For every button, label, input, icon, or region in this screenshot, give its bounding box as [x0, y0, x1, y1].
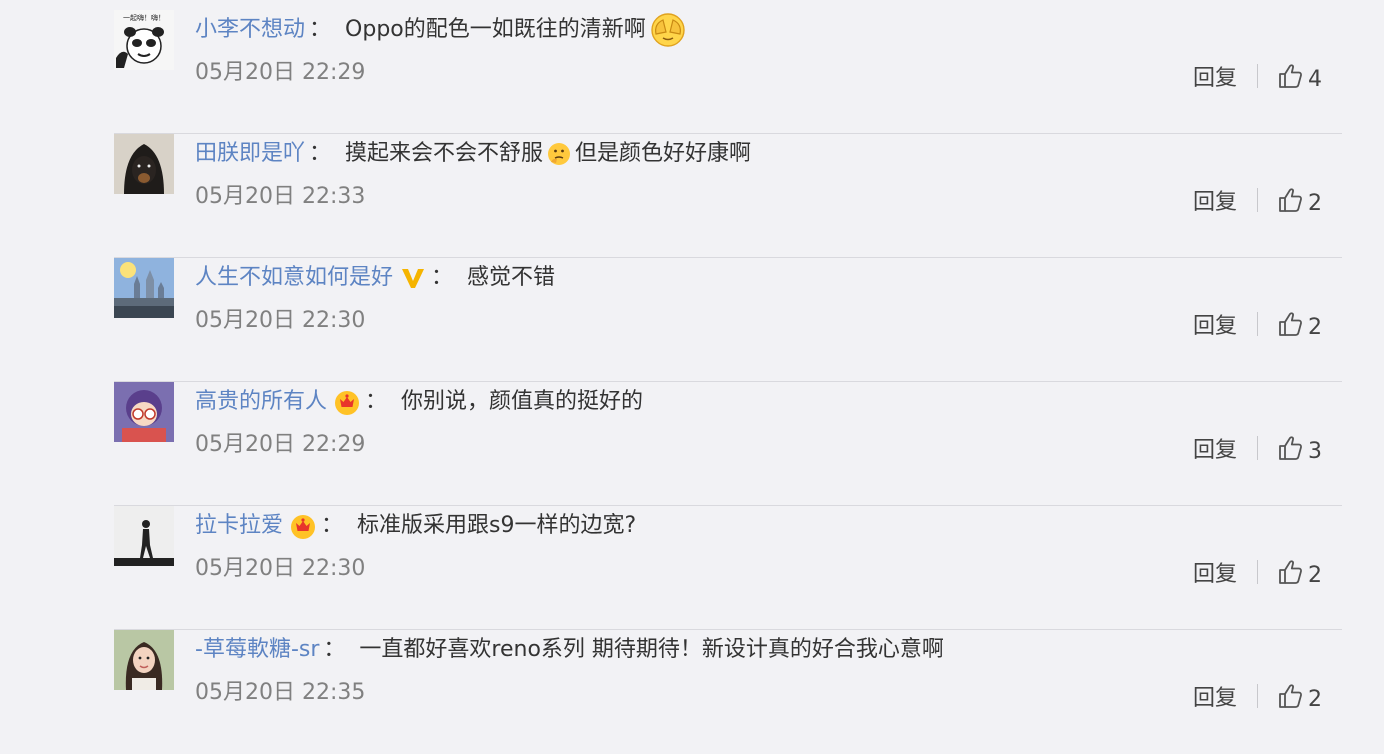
silhouette-avatar[interactable]: [114, 506, 174, 566]
comment-timestamp: 05月20日 22:30: [195, 308, 366, 333]
comment-item: 人生不如意如何是好 ： 感觉不错 05月20日 22:30 回复 2: [114, 258, 1342, 382]
comment-timestamp: 05月20日 22:30: [195, 556, 366, 581]
verified-v-icon: [399, 264, 427, 292]
crying-pray-emoji: [650, 12, 686, 48]
comment-actions: 回复 3: [1193, 430, 1322, 466]
comment-content-line: 高贵的所有人 ： 你别说，颜值真的挺好的: [195, 382, 643, 422]
comment-actions: 回复 2: [1193, 678, 1322, 714]
comment-text: 摸起来会不会不舒服: [345, 141, 544, 166]
comment-item: 一起嗨！嗨！ 小李不想动 ： Oppo的配色一如既往的清新啊 05月20日 22…: [114, 10, 1342, 134]
action-divider: [1257, 312, 1258, 336]
girl-photo-avatar[interactable]: [114, 630, 174, 690]
reply-button[interactable]: 回复: [1193, 184, 1237, 216]
reply-button[interactable]: 回复: [1193, 308, 1237, 340]
thumbs-up-icon: [1276, 682, 1304, 710]
colon-separator: ：: [321, 513, 344, 538]
like-count: 2: [1308, 314, 1322, 340]
action-divider: [1257, 560, 1258, 584]
action-divider: [1257, 64, 1258, 88]
like-count: 2: [1308, 190, 1322, 216]
colon-separator: ：: [323, 637, 346, 662]
comment-content-line: -草莓軟糖-sr ： 一直都好喜欢reno系列 期待期待！新设计真的好合我心意啊: [195, 630, 944, 670]
panda-meme-avatar[interactable]: 一起嗨！嗨！: [114, 10, 174, 70]
thumbs-up-icon: [1276, 62, 1304, 90]
comment-text: 一直都好喜欢reno系列 期待期待！新设计真的好合我心意啊: [359, 637, 944, 662]
svg-text:一起嗨！嗨！: 一起嗨！嗨！: [123, 13, 165, 22]
castle-avatar[interactable]: [114, 258, 174, 318]
action-divider: [1257, 436, 1258, 460]
comment-actions: 回复 2: [1193, 554, 1322, 590]
like-count: 2: [1308, 686, 1322, 712]
action-divider: [1257, 188, 1258, 212]
comment-text-continued: 但是颜色好好康啊: [575, 141, 752, 166]
comment-item: 田朕即是吖 ： 摸起来会不会不舒服 但是颜色好好康啊 05月20日 22:33 …: [114, 134, 1342, 258]
like-button[interactable]: 2: [1276, 185, 1322, 216]
reply-button[interactable]: 回复: [1193, 556, 1237, 588]
reply-button[interactable]: 回复: [1193, 680, 1237, 712]
thumbs-up-icon: [1276, 310, 1304, 338]
comment-text: 你别说，颜值真的挺好的: [401, 389, 644, 414]
username-link[interactable]: 拉卡拉爱: [195, 506, 283, 546]
colon-separator: ：: [309, 17, 332, 42]
username-link[interactable]: 人生不如意如何是好: [195, 258, 393, 298]
comment-content-line: 小李不想动 ： Oppo的配色一如既往的清新啊: [195, 10, 690, 50]
colon-separator: ：: [309, 141, 332, 166]
dog-avatar[interactable]: [114, 134, 174, 194]
thumbs-up-icon: [1276, 186, 1304, 214]
comment-actions: 回复 2: [1193, 182, 1322, 218]
like-count: 2: [1308, 562, 1322, 588]
comment-timestamp: 05月20日 22:29: [195, 432, 366, 457]
comment-timestamp: 05月20日 22:33: [195, 184, 366, 209]
colon-separator: ：: [365, 389, 388, 414]
reply-button[interactable]: 回复: [1193, 60, 1237, 92]
crown-icon: [289, 512, 317, 540]
username-link[interactable]: 小李不想动: [195, 10, 305, 50]
anime-girl-avatar[interactable]: [114, 382, 174, 442]
comment-list: 一起嗨！嗨！ 小李不想动 ： Oppo的配色一如既往的清新啊 05月20日 22…: [0, 0, 1384, 726]
action-divider: [1257, 684, 1258, 708]
comment-content-line: 拉卡拉爱 ： 标准版采用跟s9一样的边宽?: [195, 506, 636, 546]
comment-timestamp: 05月20日 22:29: [195, 60, 366, 85]
like-button[interactable]: 2: [1276, 557, 1322, 588]
comment-text: 标准版采用跟s9一样的边宽?: [357, 513, 637, 538]
comment-content-line: 田朕即是吖 ： 摸起来会不会不舒服 但是颜色好好康啊: [195, 134, 751, 174]
like-count: 3: [1308, 438, 1322, 464]
like-button[interactable]: 4: [1276, 61, 1322, 92]
colon-separator: ：: [431, 265, 454, 290]
username-link[interactable]: 高贵的所有人: [195, 382, 327, 422]
comment-item: 高贵的所有人 ： 你别说，颜值真的挺好的 05月20日 22:29 回复 3: [114, 382, 1342, 506]
comment-actions: 回复 2: [1193, 306, 1322, 342]
comment-item: 拉卡拉爱 ： 标准版采用跟s9一样的边宽? 05月20日 22:30 回复 2: [114, 506, 1342, 630]
comment-text: 感觉不错: [467, 265, 556, 290]
thinking-emoji: [547, 142, 571, 166]
thumbs-up-icon: [1276, 434, 1304, 462]
like-count: 4: [1308, 66, 1322, 92]
comment-actions: 回复 4: [1193, 58, 1322, 94]
reply-button[interactable]: 回复: [1193, 432, 1237, 464]
crown-icon: [333, 388, 361, 416]
username-link[interactable]: -草莓軟糖-sr: [195, 630, 319, 670]
comment-timestamp: 05月20日 22:35: [195, 680, 366, 705]
comment-item: -草莓軟糖-sr ： 一直都好喜欢reno系列 期待期待！新设计真的好合我心意啊…: [114, 630, 1342, 754]
comment-text: Oppo的配色一如既往的清新啊: [345, 17, 646, 42]
comment-content-line: 人生不如意如何是好 ： 感觉不错: [195, 258, 555, 298]
like-button[interactable]: 3: [1276, 433, 1322, 464]
like-button[interactable]: 2: [1276, 309, 1322, 340]
username-link[interactable]: 田朕即是吖: [195, 134, 305, 174]
like-button[interactable]: 2: [1276, 681, 1322, 712]
thumbs-up-icon: [1276, 558, 1304, 586]
